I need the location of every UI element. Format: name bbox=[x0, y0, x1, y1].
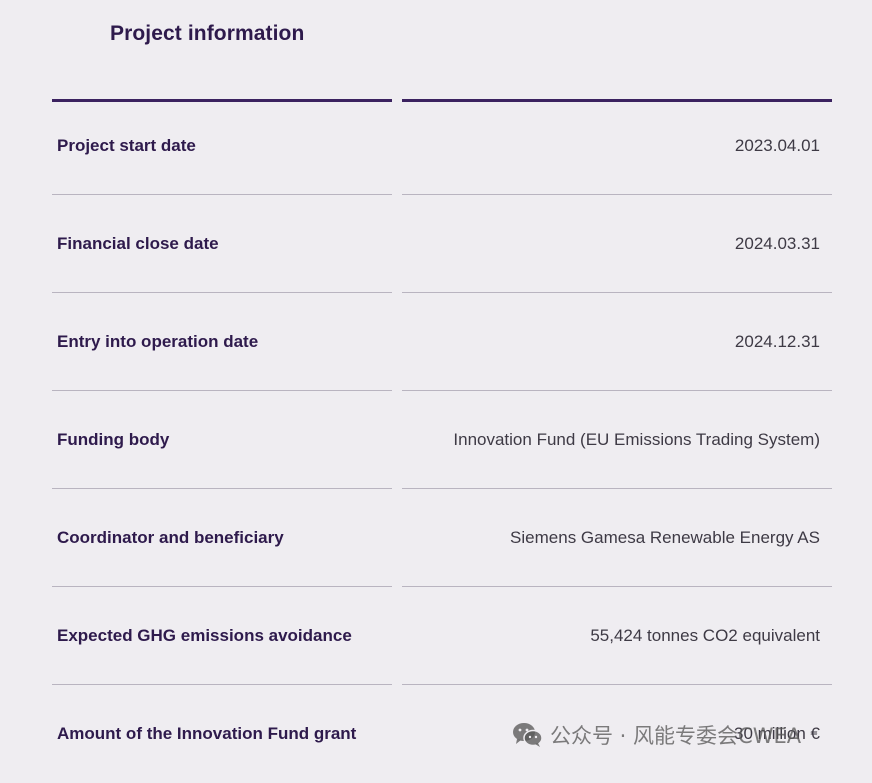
info-row-entry-into-operation: Entry into operation date 2024.12.31 bbox=[0, 293, 872, 391]
info-row-ghg-avoidance: Expected GHG emissions avoidance 55,424 … bbox=[0, 587, 872, 685]
row-label: Expected GHG emissions avoidance bbox=[57, 626, 352, 645]
row-label: Entry into operation date bbox=[57, 332, 259, 351]
row-label: Amount of the Innovation Fund grant bbox=[57, 724, 357, 743]
row-value: 55,424 tonnes CO2 equivalent bbox=[590, 626, 820, 645]
watermark: 公众号 · 风能专委会CWEA bbox=[512, 719, 801, 751]
row-label: Coordinator and beneficiary bbox=[57, 528, 284, 547]
row-value: 2023.04.01 bbox=[734, 136, 820, 155]
row-label: Project start date bbox=[57, 136, 196, 155]
row-value: Innovation Fund (EU Emissions Trading Sy… bbox=[453, 430, 820, 449]
row-value: 2024.12.31 bbox=[734, 332, 820, 351]
info-row-coordinator: Coordinator and beneficiary Siemens Game… bbox=[0, 489, 872, 587]
info-row-start-date: Project start date 2023.04.01 bbox=[0, 97, 872, 195]
row-value: Siemens Gamesa Renewable Energy AS bbox=[510, 528, 820, 547]
row-label: Financial close date bbox=[57, 234, 219, 253]
watermark-text: 公众号 · 风能专委会CWEA bbox=[550, 724, 802, 748]
row-value: 2024.03.31 bbox=[734, 234, 820, 253]
wechat-icon bbox=[512, 721, 544, 749]
section-title: Project information bbox=[110, 22, 305, 45]
row-label: Funding body bbox=[57, 430, 170, 449]
info-row-financial-close: Financial close date 2024.03.31 bbox=[0, 195, 872, 293]
info-row-funding-body: Funding body Innovation Fund (EU Emissio… bbox=[0, 391, 872, 489]
